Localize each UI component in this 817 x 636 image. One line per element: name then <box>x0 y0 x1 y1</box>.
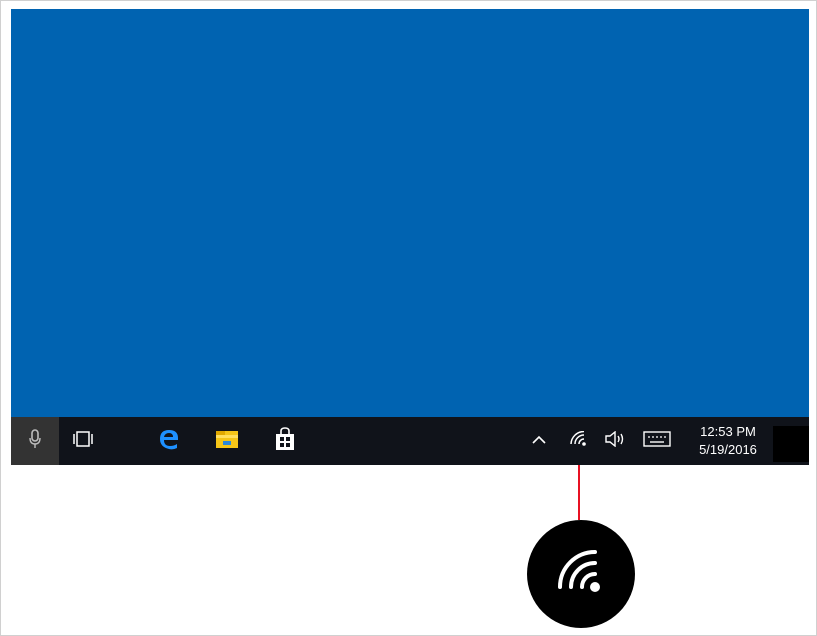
edge-browser-button[interactable] <box>145 417 193 465</box>
show-desktop-button[interactable] <box>773 426 809 462</box>
chevron-up-icon <box>532 432 546 450</box>
keyboard-icon <box>643 430 671 452</box>
taskbar: 12:53 PM 5/19/2016 <box>11 417 809 465</box>
clock-time: 12:53 PM <box>700 424 756 439</box>
wifi-icon <box>570 430 588 452</box>
cortana-mic-button[interactable] <box>11 417 59 465</box>
network-button[interactable] <box>565 417 593 465</box>
callout-line <box>578 465 580 520</box>
desktop-background <box>11 9 809 417</box>
clock[interactable]: 12:53 PM 5/19/2016 <box>683 417 773 465</box>
task-view-icon <box>73 430 93 452</box>
task-view-button[interactable] <box>59 417 107 465</box>
show-hidden-icons-button[interactable] <box>525 417 553 465</box>
volume-icon <box>605 430 625 452</box>
volume-button[interactable] <box>601 417 629 465</box>
callout-circle <box>527 520 635 628</box>
store-button[interactable] <box>261 417 309 465</box>
clock-date: 5/19/2016 <box>699 442 757 457</box>
file-explorer-button[interactable] <box>203 417 251 465</box>
microphone-icon <box>28 428 42 454</box>
touch-keyboard-button[interactable] <box>639 417 675 465</box>
wifi-icon <box>555 549 607 600</box>
edge-browser-icon <box>158 428 180 455</box>
folder-icon <box>215 429 239 454</box>
store-bag-icon <box>274 426 296 456</box>
